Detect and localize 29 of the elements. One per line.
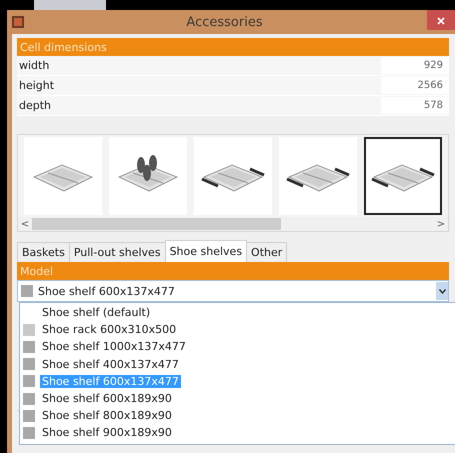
dropdown-option[interactable]: Shoe shelf 400x137x477 xyxy=(40,358,181,371)
dimension-field[interactable]: 2566 xyxy=(381,77,449,94)
dimension-label: width xyxy=(18,59,50,72)
dimension-field[interactable]: 578 xyxy=(381,97,449,114)
scroll-right-arrow[interactable]: > xyxy=(434,218,448,230)
dropdown-option[interactable]: Shoe shelf 900x189x90 xyxy=(40,426,174,440)
dimension-label: depth xyxy=(18,99,52,112)
dropdown-option[interactable]: Shoe rack 600x310x500 xyxy=(40,323,178,336)
section-header: Model xyxy=(17,262,449,280)
dimension-label: height xyxy=(18,79,54,92)
scroll-left-arrow[interactable]: < xyxy=(18,218,32,230)
caret-icon[interactable] xyxy=(436,282,448,300)
dropdown-option[interactable]: Shoe shelf 800x189x90 xyxy=(40,409,174,422)
close-icon xyxy=(437,16,445,24)
tab[interactable]: Shoe shelves xyxy=(164,240,248,262)
tab[interactable]: Baskets xyxy=(17,242,70,262)
scrollbar-thumb[interactable] xyxy=(32,218,282,230)
dropdown-option[interactable]: Shoe shelf (default) xyxy=(40,306,152,320)
app-icon xyxy=(12,16,24,28)
section-header: Cell dimensions xyxy=(17,38,449,56)
window-title: Accessories xyxy=(185,14,264,30)
dropdown-value: Shoe shelf 600x137x477 xyxy=(38,284,176,298)
tab[interactable]: Other xyxy=(246,242,288,262)
dropdown-option[interactable]: Shoe shelf 1000x137x477 xyxy=(40,340,188,354)
model-dropdown[interactable]: Shoe shelf 600x137x477 xyxy=(17,280,449,302)
close-button[interactable] xyxy=(427,10,455,30)
dropdown-option[interactable]: Shoe shelf 600x189x90 xyxy=(40,392,174,406)
dimension-field[interactable]: 929 xyxy=(381,57,449,74)
swatch-icon xyxy=(21,285,33,297)
